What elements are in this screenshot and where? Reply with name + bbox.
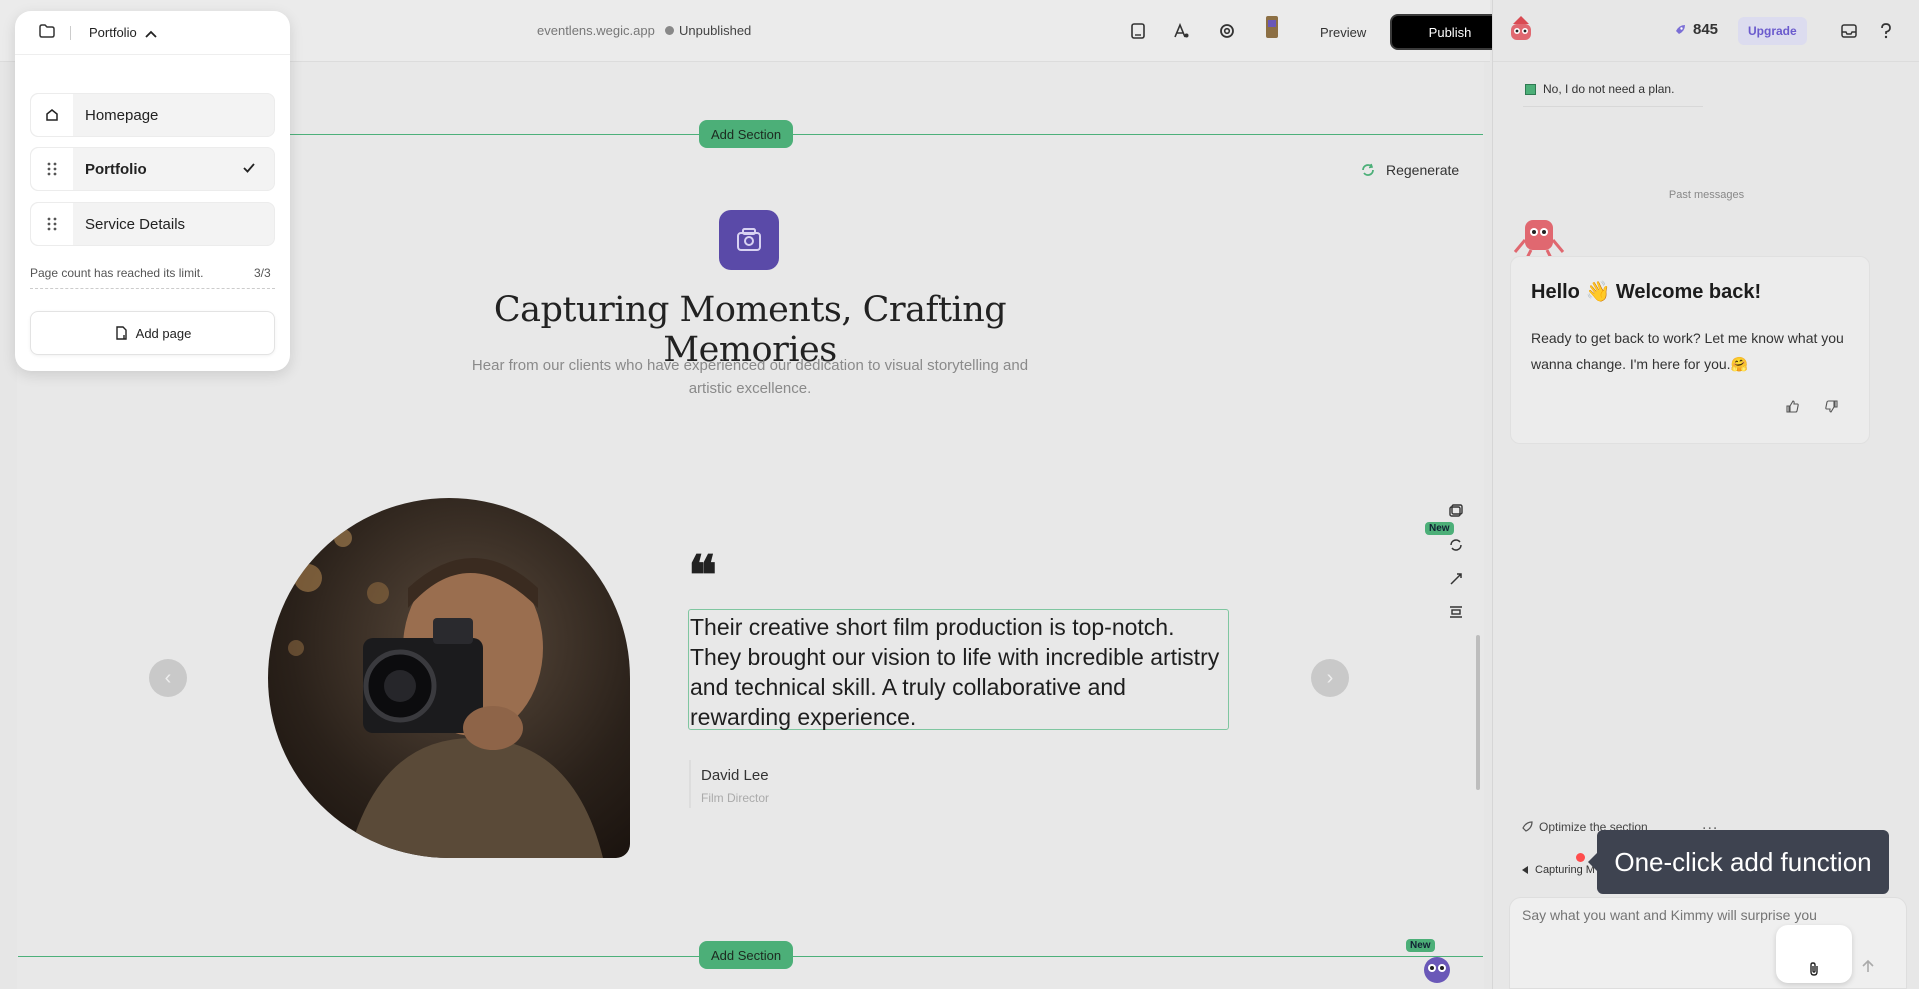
camera-icon xyxy=(737,228,761,251)
assistant-header: 845 Upgrade xyxy=(1493,0,1919,62)
limit-divider xyxy=(30,288,275,289)
caret-left-icon xyxy=(1522,866,1528,874)
publish-status: Unpublished xyxy=(665,23,751,38)
author-divider xyxy=(689,760,691,808)
inbox-icon[interactable] xyxy=(1838,20,1860,42)
drag-handle-icon[interactable] xyxy=(31,203,73,245)
paperclip-icon xyxy=(1810,962,1818,976)
avatar[interactable] xyxy=(1262,14,1282,40)
check-icon xyxy=(242,161,256,180)
page-icon[interactable] xyxy=(1127,20,1149,42)
add-page-button[interactable]: Add page xyxy=(30,311,275,355)
checkbox-icon[interactable] xyxy=(1525,83,1536,95)
feature-tooltip: One-click add function xyxy=(1588,830,1889,894)
author-role[interactable]: Film Director xyxy=(701,791,769,805)
testimonial-quote[interactable]: Their creative short film production is … xyxy=(688,609,1229,730)
rocket-icon xyxy=(1522,821,1533,832)
canvas-scrollbar[interactable] xyxy=(1476,635,1480,790)
regenerate-icon xyxy=(1362,163,1374,176)
status-dot-icon xyxy=(665,26,674,35)
image-tool-icon[interactable] xyxy=(1445,500,1467,522)
bot-avatar xyxy=(1513,218,1565,260)
thumbs-up-icon[interactable] xyxy=(1783,397,1801,415)
page-item-label: Homepage xyxy=(85,107,159,124)
home-icon xyxy=(31,94,73,136)
magic-edit-icon[interactable] xyxy=(1445,568,1467,590)
chevron-up-icon[interactable] xyxy=(145,26,157,44)
welcome-message-card: Hello 👋 Welcome back! Ready to get back … xyxy=(1510,256,1870,444)
font-icon[interactable] xyxy=(1170,20,1192,42)
section-subtitle[interactable]: Hear from our clients who have experienc… xyxy=(450,354,1050,400)
add-section-button-bottom[interactable]: Add Section xyxy=(699,941,794,969)
drag-handle-icon[interactable] xyxy=(31,148,73,190)
preview-button[interactable]: Preview xyxy=(1306,17,1380,47)
context-label: Capturing M xyxy=(1535,864,1595,876)
context-chip[interactable]: Capturing M xyxy=(1521,864,1595,876)
align-icon[interactable] xyxy=(1445,601,1467,623)
chat-input[interactable] xyxy=(1522,907,1882,923)
welcome-body: Ready to get back to work? Let me know w… xyxy=(1531,330,1844,372)
page-item-portfolio[interactable]: Portfolio xyxy=(30,147,275,191)
add-page-label: Add page xyxy=(135,325,192,341)
carousel-next-button[interactable]: › xyxy=(1311,659,1349,697)
pages-dropdown: Portfolio Homepage Portfolio Service Det… xyxy=(15,11,290,371)
site-url[interactable]: eventlens.wegic.app xyxy=(537,23,655,38)
folder-icon xyxy=(39,24,55,43)
rocket-icon xyxy=(1676,24,1685,34)
carousel-prev-button[interactable]: ‹ xyxy=(149,659,187,697)
welcome-title: Hello 👋 Welcome back! xyxy=(1531,281,1762,303)
page-limit-text: Page count has reached its limit. xyxy=(30,266,204,280)
page-item-homepage[interactable]: Homepage xyxy=(30,93,275,137)
regenerate-button[interactable]: Regenerate xyxy=(1352,155,1464,185)
plan-option-label: No, I do not need a plan. xyxy=(1543,82,1675,96)
current-page-label: Portfolio xyxy=(89,25,137,40)
status-text: Unpublished xyxy=(679,23,752,38)
quote-mark-icon: ❝ xyxy=(688,543,718,607)
page-item-label: Portfolio xyxy=(85,161,147,178)
help-icon[interactable] xyxy=(1875,20,1897,42)
notification-dot xyxy=(1576,853,1585,862)
page-item-service-details[interactable]: Service Details xyxy=(30,202,275,246)
assistant-logo-icon[interactable] xyxy=(1507,14,1535,46)
send-arrow-icon[interactable] xyxy=(1858,956,1878,976)
camera-badge xyxy=(719,210,779,270)
pages-dropdown-header[interactable]: Portfolio xyxy=(15,11,290,55)
page-limit-count: 3/3 xyxy=(254,266,271,280)
header-divider xyxy=(70,26,71,40)
author-name[interactable]: David Lee xyxy=(701,767,769,784)
settings-icon[interactable] xyxy=(1216,20,1238,42)
regenerate-label: Regenerate xyxy=(1386,162,1460,178)
swap-icon[interactable] xyxy=(1445,534,1467,556)
upgrade-button[interactable]: Upgrade xyxy=(1738,17,1807,45)
testimonial-photo[interactable] xyxy=(268,498,630,858)
add-section-button-top[interactable]: Add Section xyxy=(699,120,794,148)
credit-balance[interactable]: 845 xyxy=(1673,21,1718,38)
plan-divider xyxy=(1523,106,1703,107)
plan-option[interactable]: No, I do not need a plan. xyxy=(1525,82,1674,96)
past-messages-label: Past messages xyxy=(1668,189,1745,201)
thumbs-down-icon[interactable] xyxy=(1822,397,1840,415)
attach-button[interactable] xyxy=(1776,925,1852,983)
mascot-avatar[interactable] xyxy=(1422,950,1452,984)
credit-count: 845 xyxy=(1693,21,1719,38)
page-item-label: Service Details xyxy=(85,216,186,233)
add-page-icon xyxy=(115,326,127,340)
